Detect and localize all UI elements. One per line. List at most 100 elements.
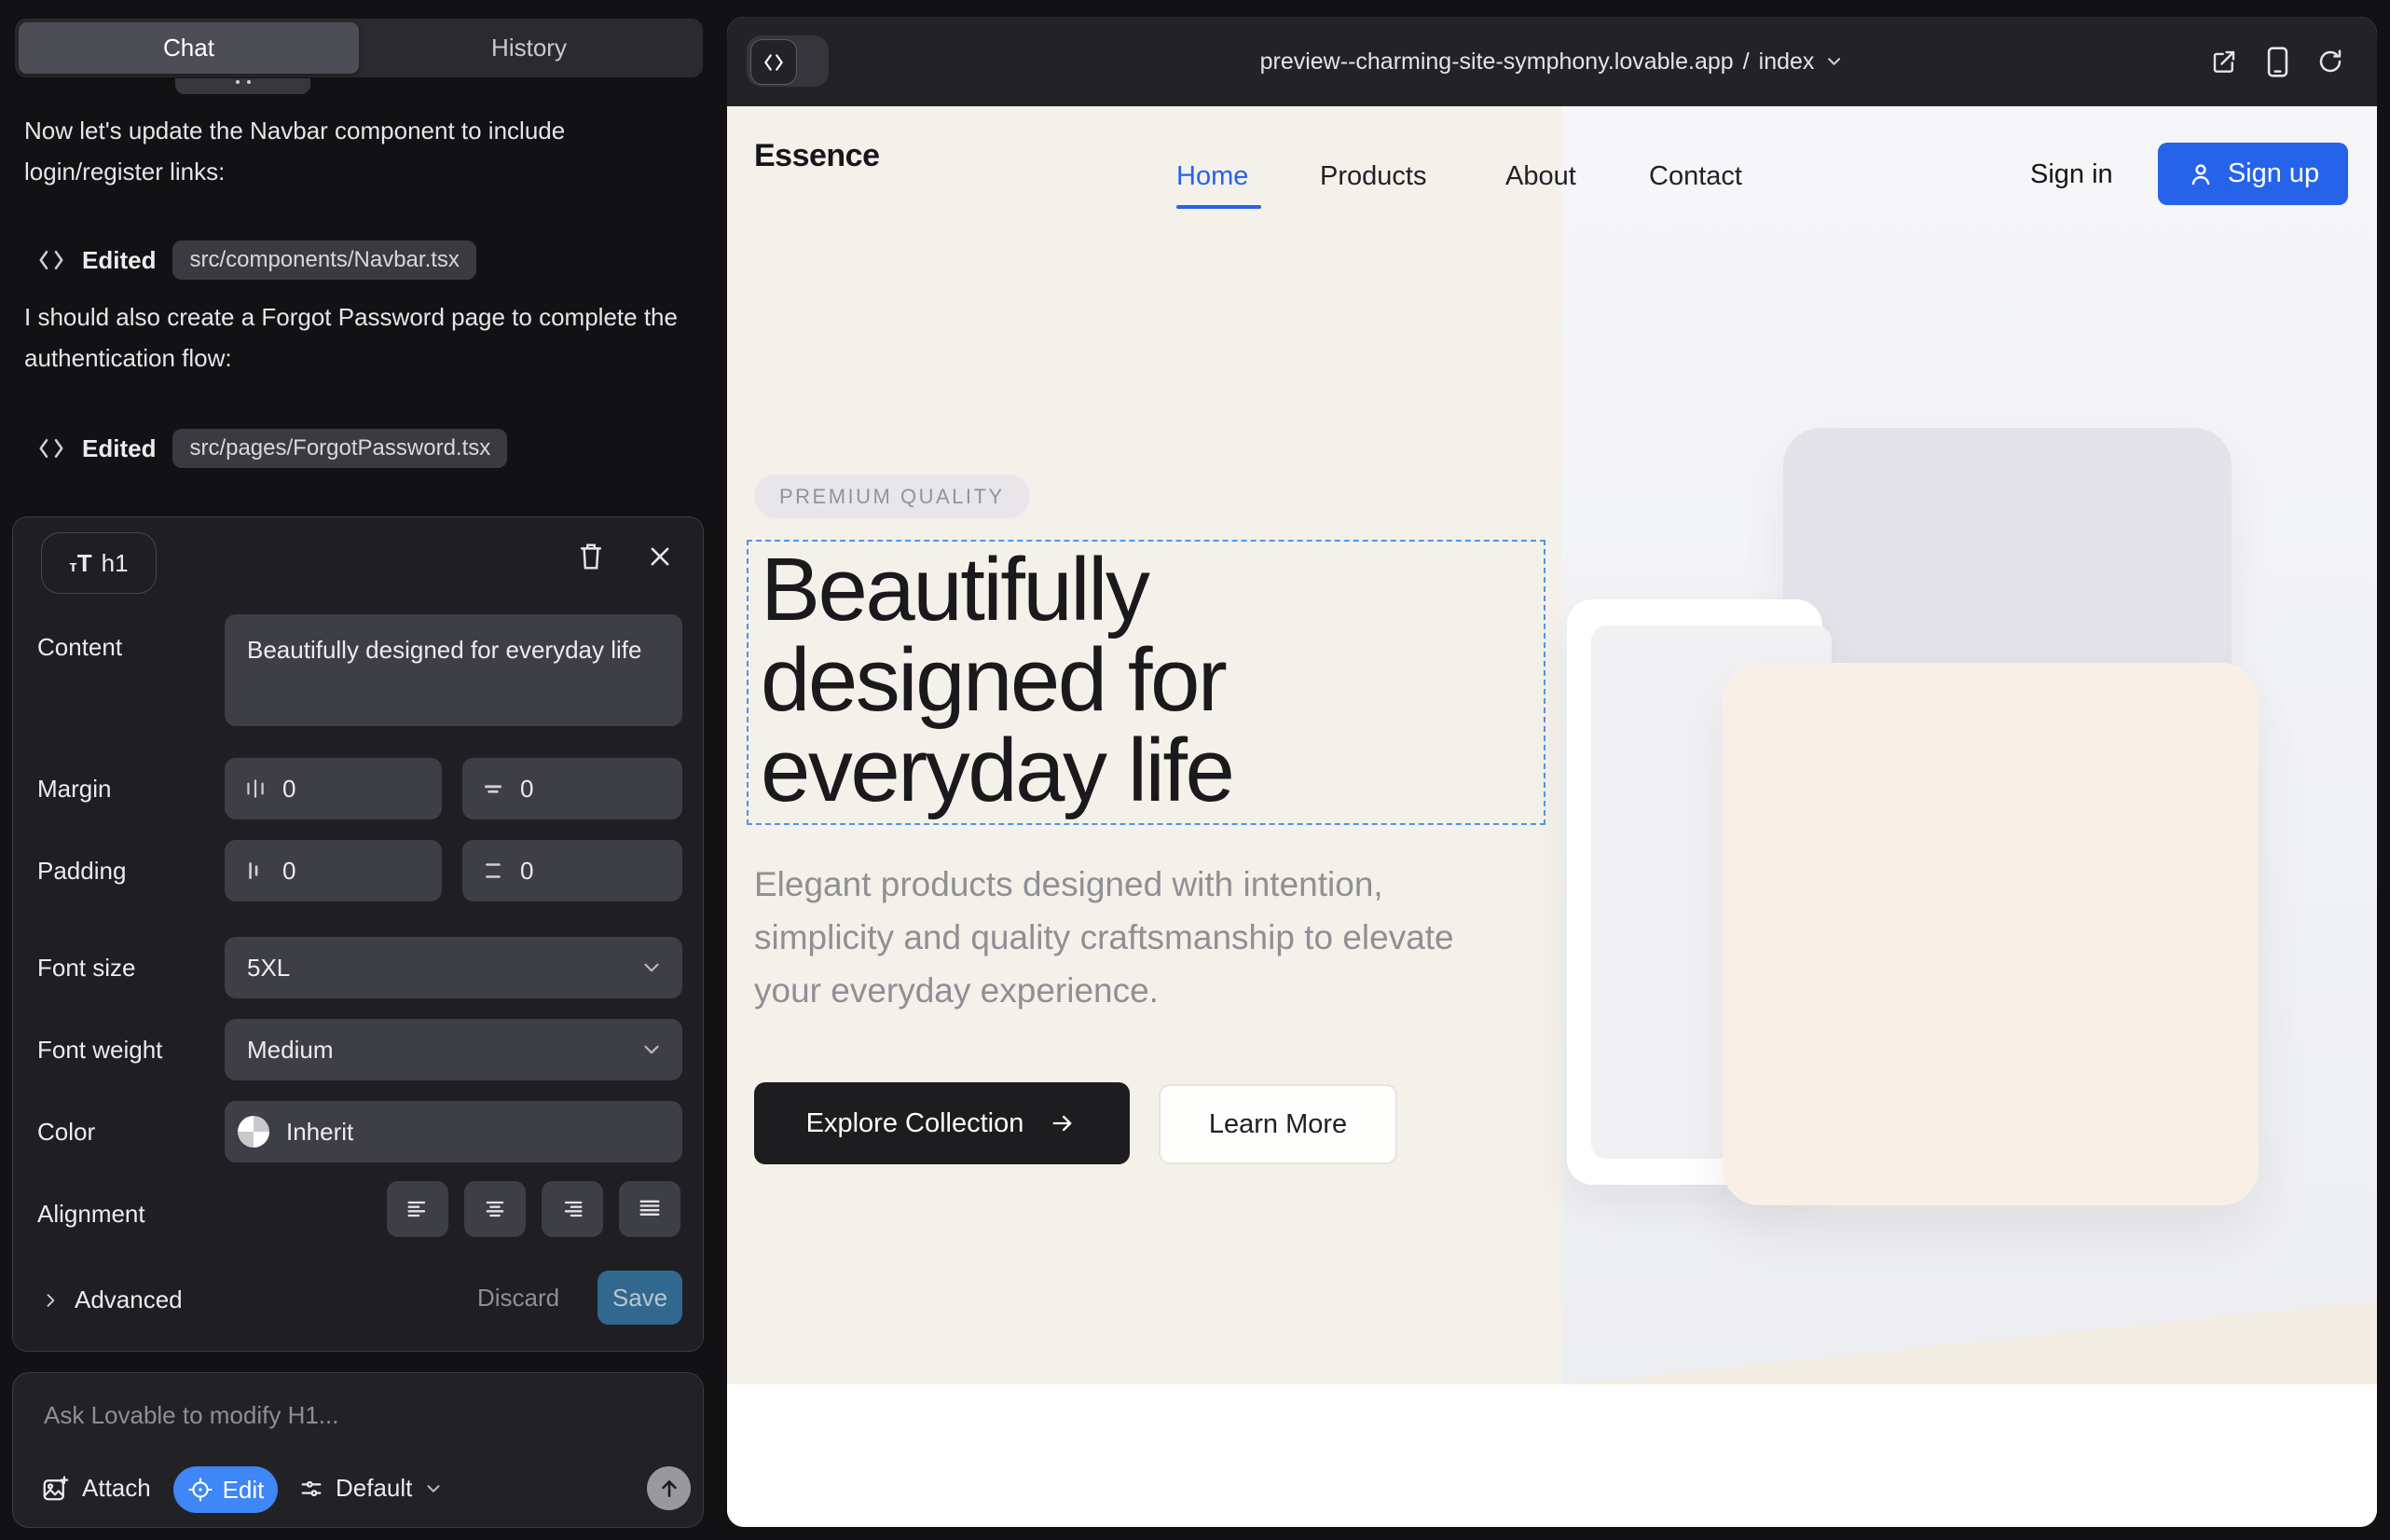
chevron-down-icon [639, 956, 664, 980]
tab-history[interactable]: History [359, 22, 699, 74]
preview-url-bar[interactable]: preview--charming-site-symphony.lovable.… [1260, 17, 1845, 106]
sign-up-label: Sign up [2228, 158, 2319, 189]
tag-label: h1 [102, 549, 129, 578]
scrolled-chip-remnant [175, 78, 310, 94]
margin-vertical-icon [481, 777, 505, 801]
color-label: Color [37, 1118, 95, 1147]
align-center-button[interactable] [464, 1181, 526, 1237]
color-value: Inherit [286, 1118, 353, 1147]
padding-vertical-input[interactable]: 0 [462, 840, 682, 901]
nav-link-home[interactable]: Home [1176, 161, 1248, 192]
refresh-button[interactable] [2316, 48, 2344, 76]
url-separator: / [1743, 48, 1750, 76]
sign-in-link[interactable]: Sign in [2030, 159, 2113, 190]
assistant-message: Now let's update the Navbar component to… [24, 110, 682, 192]
preview-path: index [1759, 48, 1815, 76]
close-editor-button[interactable] [641, 538, 679, 575]
chevron-down-icon [423, 1478, 444, 1499]
font-weight-select[interactable]: Medium [225, 1019, 682, 1080]
delete-element-button[interactable] [572, 538, 610, 575]
padding-horizontal-input[interactable]: 0 [225, 840, 442, 901]
nav-link-about[interactable]: About [1505, 161, 1576, 192]
margin-vertical-value: 0 [520, 775, 533, 804]
file-chip[interactable]: src/pages/ForgotPassword.tsx [172, 429, 507, 468]
align-right-button[interactable] [542, 1181, 603, 1237]
save-button[interactable]: Save [598, 1271, 682, 1325]
user-icon [2187, 160, 2215, 188]
text-type-icon: тT [69, 549, 91, 578]
lovable-workspace: Chat History Now let's update the Navbar… [0, 0, 2390, 1540]
mode-label: Default [336, 1474, 412, 1503]
align-justify-button[interactable] [619, 1181, 680, 1237]
margin-vertical-input[interactable]: 0 [462, 758, 682, 819]
alignment-label: Alignment [37, 1200, 145, 1229]
chevron-down-icon [639, 1038, 664, 1062]
sign-up-button[interactable]: Sign up [2158, 143, 2348, 205]
attach-button[interactable]: Attach [41, 1474, 151, 1503]
discard-button[interactable]: Discard [477, 1284, 559, 1313]
font-weight-value: Medium [247, 1036, 333, 1065]
margin-horizontal-input[interactable]: 0 [225, 758, 442, 819]
premium-quality-badge: PREMIUM QUALITY [754, 474, 1030, 518]
edited-label: Edited [82, 434, 156, 463]
edited-label: Edited [82, 246, 156, 275]
font-size-value: 5XL [247, 954, 290, 983]
content-label: Content [37, 633, 122, 662]
hero-paragraph: Elegant products designed with intention… [754, 858, 1509, 1017]
nav-link-products[interactable]: Products [1320, 161, 1426, 192]
color-select[interactable]: Inherit [225, 1101, 682, 1162]
mobile-view-button[interactable] [2265, 46, 2290, 78]
padding-label: Padding [37, 857, 126, 886]
file-edit-row[interactable]: Edited src/components/Navbar.tsx [37, 241, 476, 280]
explore-collection-button[interactable]: Explore Collection [754, 1082, 1130, 1164]
font-size-select[interactable]: 5XL [225, 937, 682, 998]
active-nav-underline [1176, 205, 1261, 209]
explore-collection-label: Explore Collection [806, 1108, 1024, 1139]
code-icon [750, 39, 797, 85]
color-swatch [238, 1116, 269, 1148]
edit-label: Edit [223, 1476, 265, 1505]
font-size-label: Font size [37, 954, 136, 983]
composer-input[interactable]: Ask Lovable to modify H1... [44, 1401, 338, 1430]
file-edit-row[interactable]: Edited src/pages/ForgotPassword.tsx [37, 429, 507, 468]
font-weight-label: Font weight [37, 1036, 162, 1065]
section-below-hero [727, 1384, 2377, 1527]
content-input[interactable]: Beautifully designed for everyday life [225, 614, 682, 726]
site-hero-section: Essence Home Products About Contact Sign… [727, 106, 2377, 1384]
advanced-toggle[interactable]: Advanced [41, 1286, 183, 1314]
preview-panel: preview--charming-site-symphony.lovable.… [727, 17, 2377, 1527]
chat-composer: Ask Lovable to modify H1... Attach Edit … [12, 1372, 704, 1528]
preview-topbar: preview--charming-site-symphony.lovable.… [727, 17, 2377, 106]
align-left-button[interactable] [387, 1181, 448, 1237]
file-chip[interactable]: src/components/Navbar.tsx [172, 241, 475, 280]
margin-horizontal-icon [243, 777, 268, 801]
margin-horizontal-value: 0 [282, 775, 295, 804]
chat-history-tabs: Chat History [15, 19, 703, 77]
selected-element-tag: тT h1 [41, 532, 157, 594]
padding-vertical-icon [481, 859, 505, 883]
edit-mode-button[interactable]: Edit [173, 1466, 278, 1513]
advanced-label: Advanced [75, 1286, 183, 1314]
attach-image-icon [41, 1475, 69, 1503]
code-view-toggle[interactable] [747, 35, 829, 87]
chat-sidebar: Chat History Now let's update the Navbar… [0, 0, 725, 1540]
code-icon [37, 248, 65, 272]
learn-more-button[interactable]: Learn More [1159, 1084, 1397, 1164]
nav-link-contact[interactable]: Contact [1649, 161, 1742, 192]
preview-url: preview--charming-site-symphony.lovable.… [1260, 48, 1734, 76]
target-icon [187, 1477, 213, 1503]
padding-horizontal-value: 0 [282, 857, 295, 886]
send-button[interactable] [647, 1466, 691, 1510]
arrow-up-icon [657, 1477, 681, 1501]
hero-image-placeholder-front [1723, 663, 2259, 1205]
tab-chat[interactable]: Chat [19, 22, 359, 74]
open-in-new-tab-button[interactable] [2210, 48, 2238, 76]
site-logo[interactable]: Essence [754, 138, 880, 174]
padding-horizontal-icon [243, 859, 268, 883]
attach-label: Attach [82, 1474, 151, 1503]
padding-vertical-value: 0 [520, 857, 533, 886]
hero-headline[interactable]: Beautifully designed for everyday life [761, 544, 1232, 816]
arrow-right-icon [1048, 1110, 1078, 1136]
mode-select[interactable]: Default [298, 1474, 444, 1503]
chevron-right-icon [41, 1289, 60, 1312]
